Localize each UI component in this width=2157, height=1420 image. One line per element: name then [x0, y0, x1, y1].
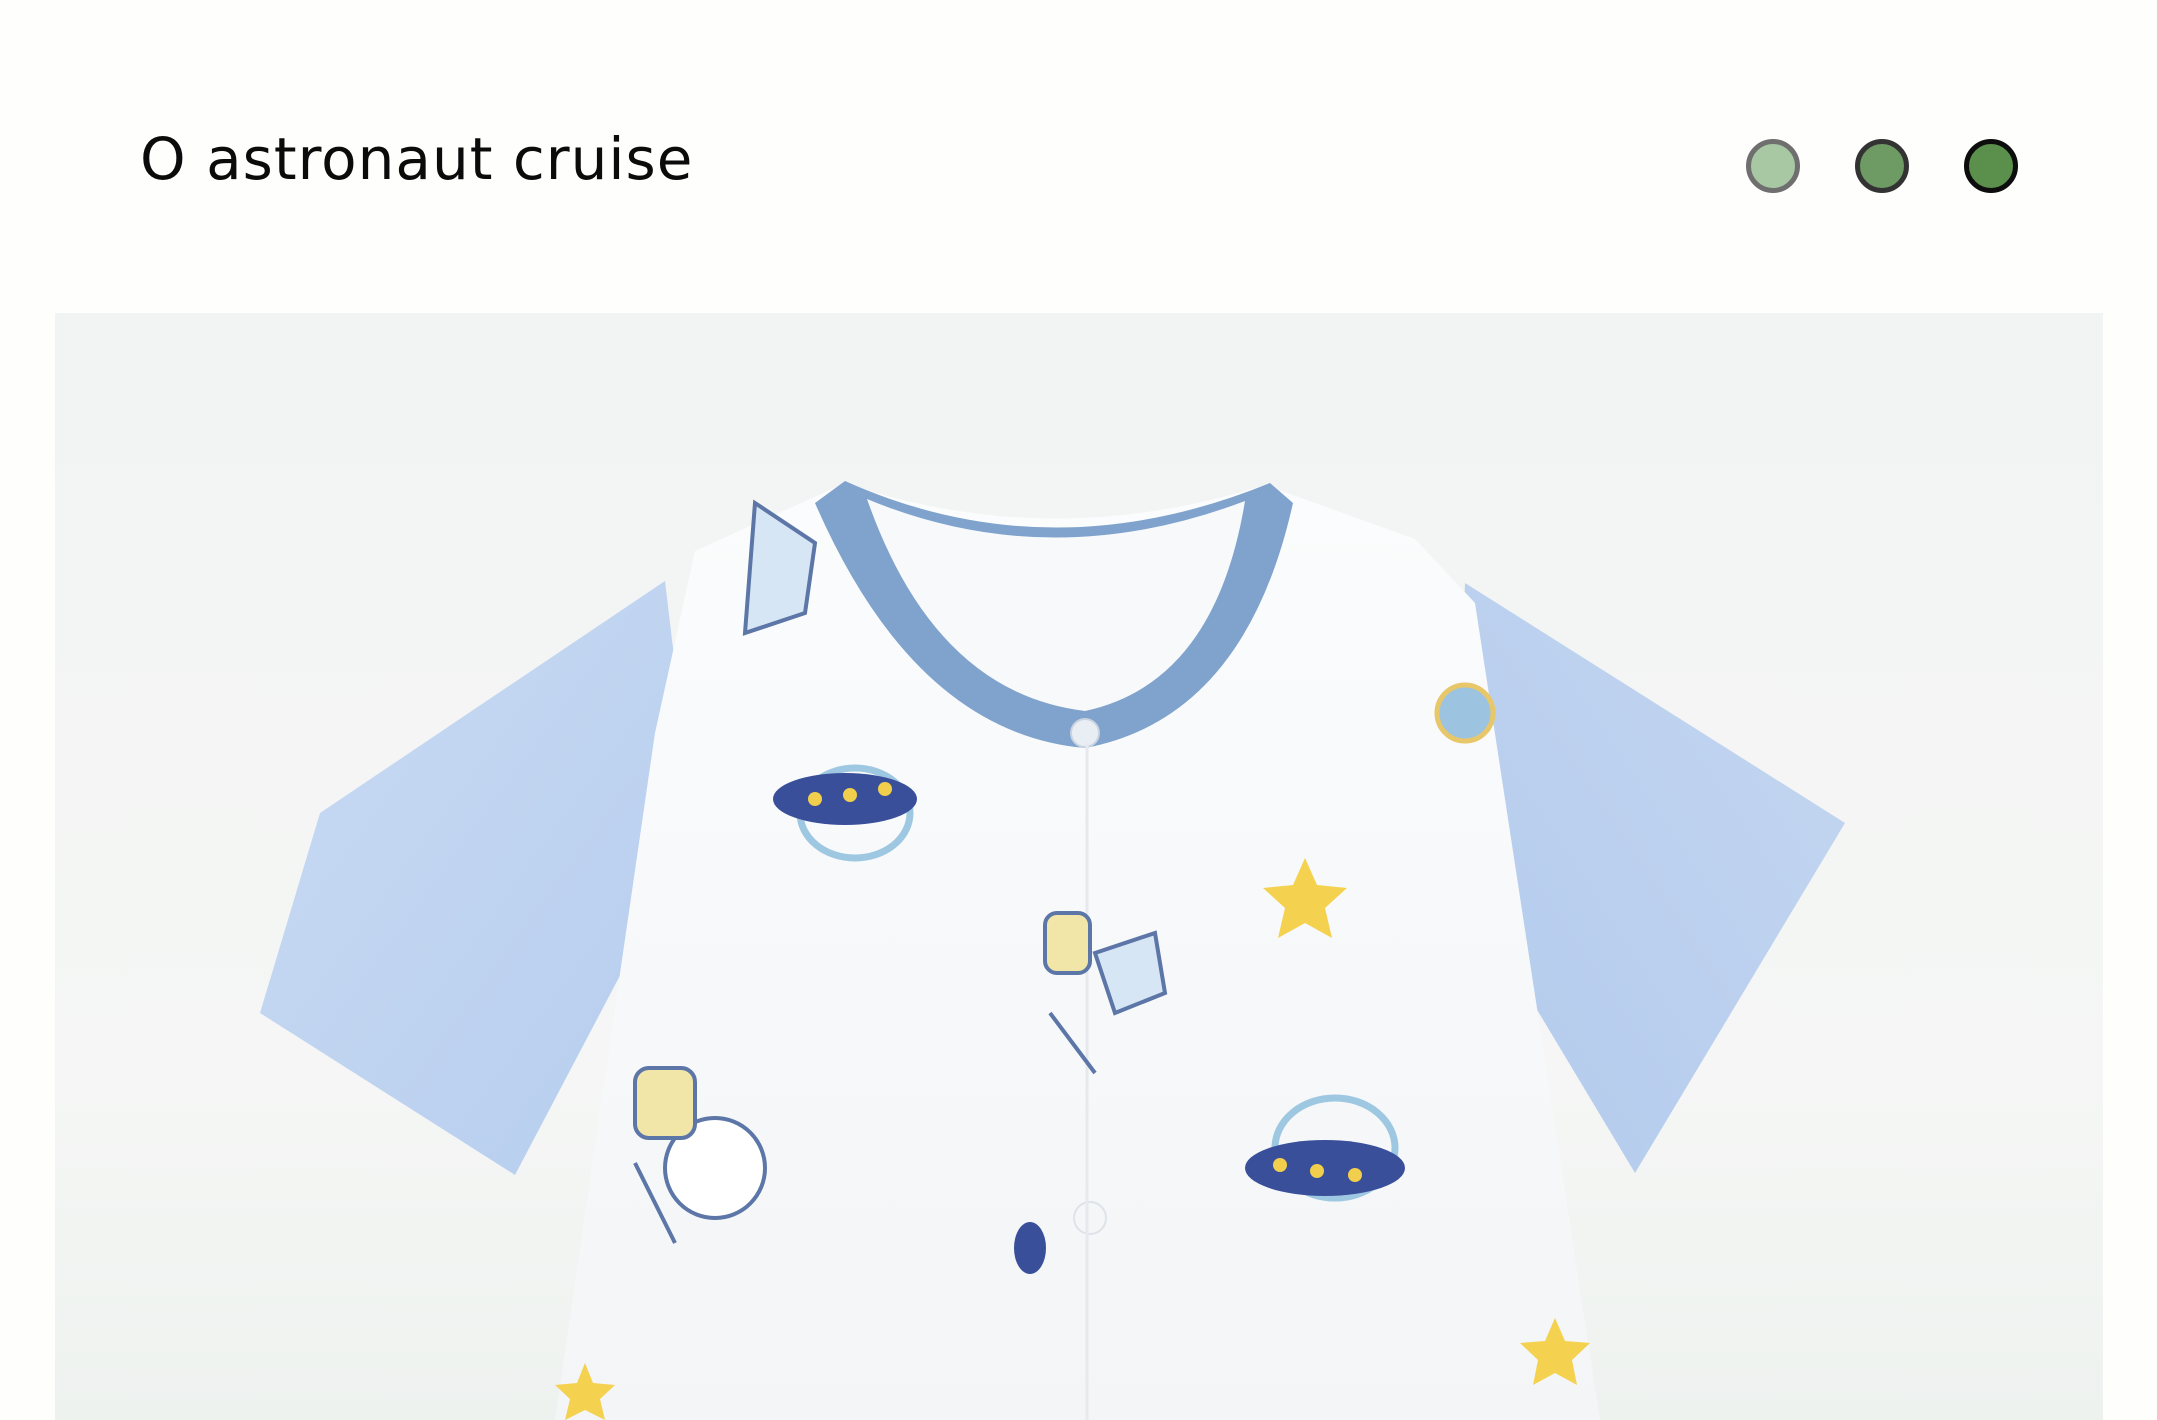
product-title: O astronaut cruise: [140, 125, 694, 193]
color-swatch-dark-green[interactable]: [1964, 139, 2018, 193]
product-header: O astronaut cruise: [0, 0, 2157, 312]
snap-button: [1070, 718, 1100, 748]
snap-button: [1073, 1201, 1107, 1235]
product-photo: [55, 313, 2103, 1420]
romper-illustration: [260, 481, 1845, 1420]
color-swatch-light-green[interactable]: [1746, 139, 1800, 193]
product-page: O astronaut cruise: [0, 0, 2157, 1420]
color-swatch-mid-green[interactable]: [1855, 139, 1909, 193]
ufo-print: [1014, 1222, 1046, 1274]
planet-print: [1434, 682, 1496, 744]
